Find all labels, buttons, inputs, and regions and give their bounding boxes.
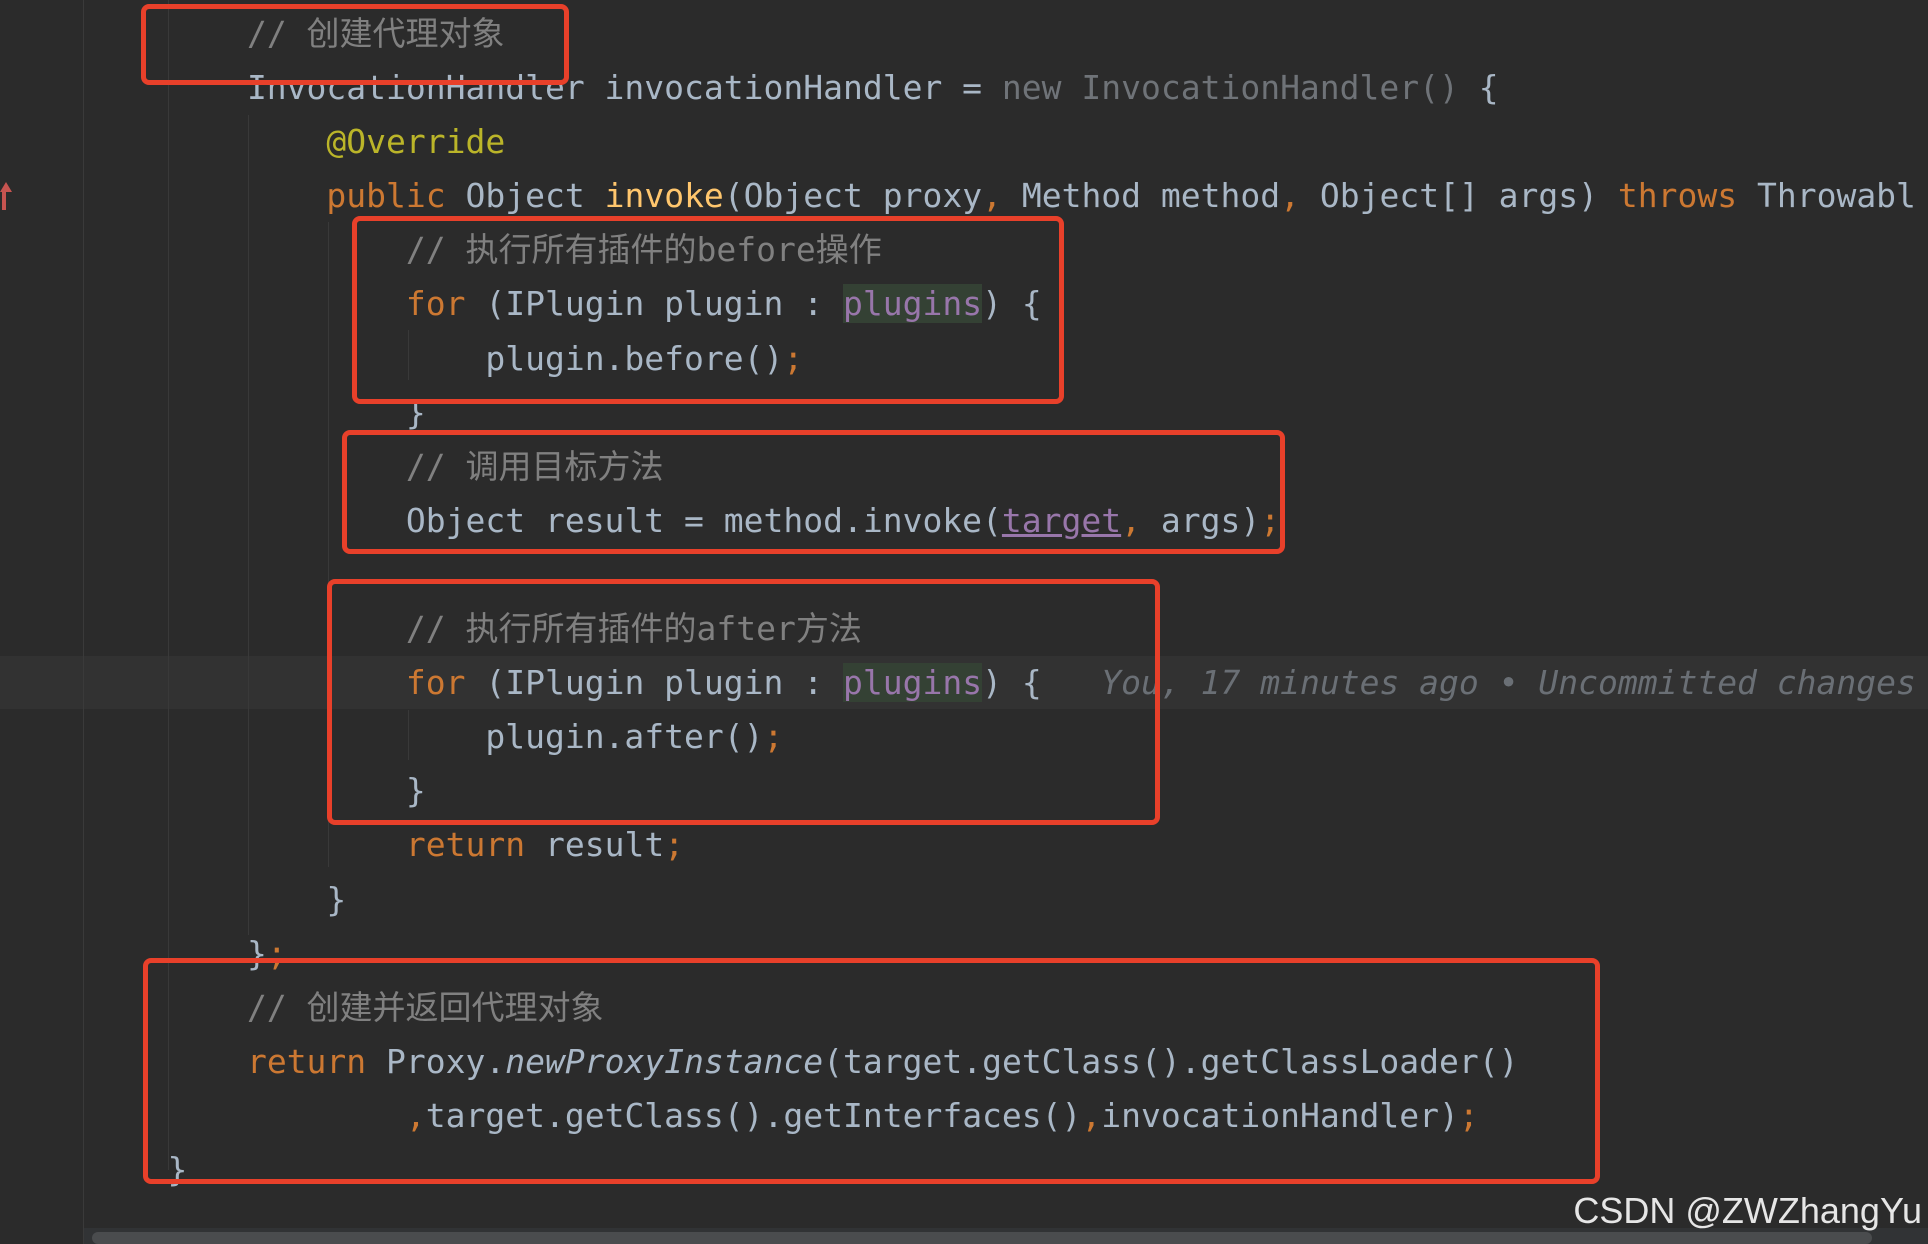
annotation-box-create-proxy — [141, 4, 569, 85]
change-marker-stem — [2, 190, 6, 210]
code-token: (Object proxy — [723, 176, 983, 216]
watermark: CSDN @ZWZhangYu — [1573, 1190, 1922, 1231]
horizontal-scrollbar[interactable] — [92, 1232, 1872, 1244]
code-token: new InvocationHandler() — [1001, 68, 1459, 108]
code-token: Object — [445, 176, 605, 216]
annotation-box-invoke-target — [342, 430, 1285, 554]
code-token: public — [326, 176, 446, 216]
code-line[interactable]: } — [88, 873, 1916, 927]
git-blame-annotation: You, 17 minutes ago • Uncommitted change… — [1041, 663, 1916, 703]
annotation-box-before — [352, 216, 1064, 404]
code-token: result — [525, 825, 665, 865]
code-token: return — [405, 825, 526, 865]
annotation-box-return-proxy — [143, 958, 1600, 1184]
code-token: Throwabl — [1737, 176, 1916, 216]
code-line[interactable]: @Override — [88, 115, 1916, 169]
code-token: @Override — [326, 122, 506, 162]
code-token: Method method — [1001, 176, 1281, 216]
annotation-box-after — [327, 579, 1160, 825]
gutter-divider — [83, 0, 84, 1244]
code-token: { — [1458, 68, 1499, 108]
code-token: invoke — [604, 176, 724, 216]
code-token: } — [88, 879, 347, 919]
code-token: throws — [1617, 176, 1738, 216]
code-token: , — [982, 176, 1002, 216]
code-token: Object[] args) — [1300, 176, 1618, 216]
code-token: ; — [664, 825, 685, 865]
code-token: , — [1280, 176, 1300, 216]
code-line[interactable]: return result; — [88, 818, 1916, 872]
